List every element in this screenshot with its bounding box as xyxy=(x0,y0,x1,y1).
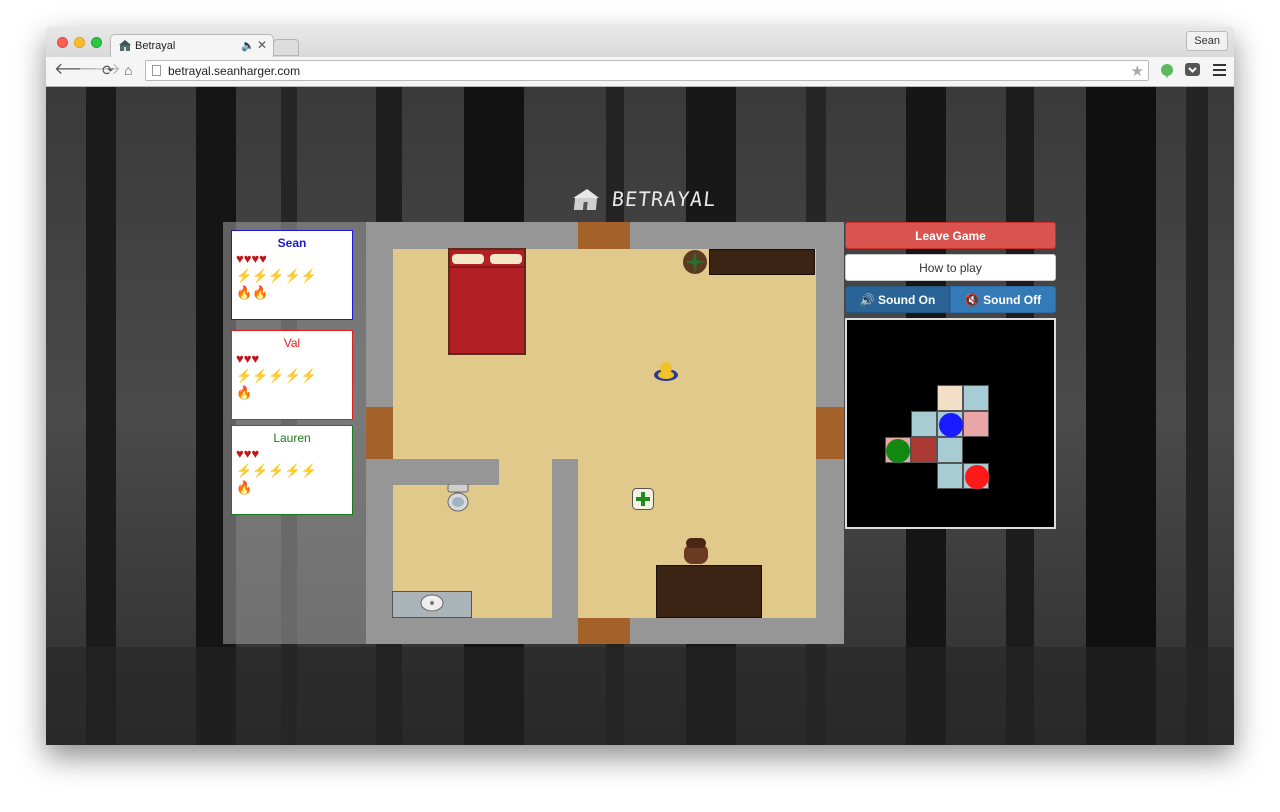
minimap-room xyxy=(937,385,963,411)
new-tab-button[interactable] xyxy=(273,39,299,56)
sound-off-button[interactable]: 🔇 Sound Off xyxy=(950,286,1056,313)
url-text[interactable]: betrayal.seanharger.com xyxy=(168,64,300,78)
tab-title: Betrayal xyxy=(135,40,176,52)
chair-icon xyxy=(684,538,708,564)
blue-player-token xyxy=(939,413,963,437)
how-to-play-button[interactable]: How to play xyxy=(845,254,1056,281)
game-page: BETRAYAL Sean ♥♥♥♥ ⚡⚡⚡⚡⚡ 🔥🔥 Val ♥♥♥ ⚡⚡⚡⚡… xyxy=(46,87,1234,745)
zoom-window-button[interactable] xyxy=(91,37,102,48)
evernote-icon[interactable] xyxy=(1160,63,1174,79)
room-map[interactable] xyxy=(366,222,844,644)
door-west[interactable] xyxy=(366,407,393,459)
page-icon xyxy=(152,65,161,76)
house-icon xyxy=(119,40,131,51)
toilet-icon xyxy=(447,484,469,512)
fire-flames: 🔥 xyxy=(236,385,253,400)
minimap-room xyxy=(963,385,989,411)
bookmark-star-icon[interactable]: ★ xyxy=(1131,62,1144,80)
fire-flames: 🔥🔥 xyxy=(236,285,269,300)
minimap[interactable] xyxy=(845,318,1056,529)
title-bar: Betrayal 🔈 ✕ Sean xyxy=(46,27,1234,57)
interior-wall xyxy=(552,459,578,618)
leave-game-button[interactable]: Leave Game xyxy=(845,222,1056,249)
bed-icon xyxy=(448,248,526,355)
first-aid-icon[interactable] xyxy=(632,488,654,510)
minimap-room xyxy=(963,411,989,437)
door-north[interactable] xyxy=(578,222,630,249)
health-hearts: ♥♥♥♥ xyxy=(236,251,267,266)
health-hearts: ♥♥♥ xyxy=(236,446,260,461)
player-name: Sean xyxy=(277,236,307,250)
player-name: Val xyxy=(283,336,301,350)
close-tab-icon[interactable]: ✕ xyxy=(257,38,267,52)
logo-text: BETRAYAL xyxy=(610,187,718,211)
minimap-room xyxy=(911,437,937,463)
close-window-button[interactable] xyxy=(57,37,68,48)
health-hearts: ♥♥♥ xyxy=(236,351,260,366)
player-card[interactable]: Lauren ♥♥♥ ⚡⚡⚡⚡⚡ 🔥 xyxy=(231,425,353,515)
minimap-room xyxy=(937,437,963,463)
player-panel: Sean ♥♥♥♥ ⚡⚡⚡⚡⚡ 🔥🔥 Val ♥♥♥ ⚡⚡⚡⚡⚡ 🔥 Laure… xyxy=(223,222,366,644)
green-player-token xyxy=(886,439,910,463)
home-icon[interactable]: ⌂ xyxy=(124,61,132,79)
pocket-icon[interactable] xyxy=(1185,63,1200,77)
browser-window: Betrayal 🔈 ✕ Sean 🡐 🡒 ⟳ ⌂ betrayal.seanh… xyxy=(46,27,1234,745)
minimap-room xyxy=(937,463,963,489)
forward-icon[interactable]: 🡒 xyxy=(78,61,121,79)
sink-icon xyxy=(392,591,472,618)
interior-wall xyxy=(366,459,499,485)
browser-toolbar: 🡐 🡒 ⟳ ⌂ betrayal.seanharger.com ★ xyxy=(46,57,1234,87)
address-bar[interactable]: betrayal.seanharger.com ★ xyxy=(145,60,1149,81)
sound-on-button[interactable]: 🔊 Sound On xyxy=(845,286,950,313)
player-name: Lauren xyxy=(273,431,311,445)
minimize-window-button[interactable] xyxy=(74,37,85,48)
door-east[interactable] xyxy=(816,407,844,459)
player-card[interactable]: Sean ♥♥♥♥ ⚡⚡⚡⚡⚡ 🔥🔥 xyxy=(231,230,353,320)
red-player-token xyxy=(965,465,989,489)
energy-bolts: ⚡⚡⚡⚡⚡ xyxy=(236,268,317,283)
minimap-room xyxy=(911,411,937,437)
speaker-icon[interactable]: 🔈 xyxy=(241,39,255,52)
player-card[interactable]: Val ♥♥♥ ⚡⚡⚡⚡⚡ 🔥 xyxy=(231,330,353,420)
browser-tab[interactable]: Betrayal 🔈 ✕ xyxy=(110,34,274,57)
player-avatar-icon xyxy=(654,362,678,381)
desk xyxy=(656,565,762,618)
betrayal-logo: BETRAYAL xyxy=(572,187,718,211)
door-south[interactable] xyxy=(578,618,630,644)
energy-bolts: ⚡⚡⚡⚡⚡ xyxy=(236,368,317,383)
profile-button[interactable]: Sean xyxy=(1186,31,1228,51)
reload-icon[interactable]: ⟳ xyxy=(102,61,114,79)
fire-flames: 🔥 xyxy=(236,480,253,495)
menu-icon[interactable] xyxy=(1213,64,1226,76)
dresser xyxy=(709,249,815,275)
house-logo-icon xyxy=(573,189,600,210)
plant-icon xyxy=(683,250,707,274)
energy-bolts: ⚡⚡⚡⚡⚡ xyxy=(236,463,317,478)
